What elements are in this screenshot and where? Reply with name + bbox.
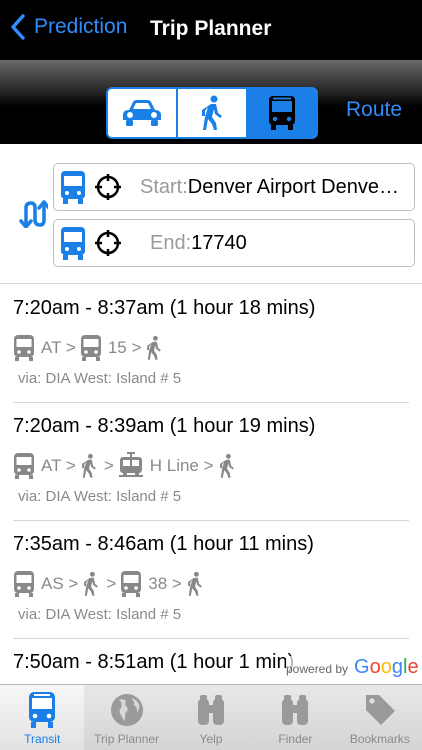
walk-icon [84,571,99,596]
car-icon [123,100,161,126]
trip-legs: AS > > 38 > [13,569,204,599]
bus-icon [14,453,34,479]
trip-legs: AT > 15 > [13,333,163,363]
back-button-label: Prediction [34,15,128,38]
back-button[interactable]: Prediction [10,14,127,40]
tab-label: Trip Planner [94,732,160,746]
route-button[interactable]: Route [346,98,402,122]
transport-mode-segmented-control [106,87,318,139]
tab-label: Bookmarks [349,732,410,746]
bus-icon [14,571,34,597]
nav-bar: Prediction Trip Planner [0,0,422,60]
bus-icon [269,96,295,130]
binoculars-icon [282,695,309,725]
bus-icon [29,692,56,728]
binoculars-icon [198,695,225,725]
tab-transit[interactable]: Transit [0,685,85,750]
walk-icon [81,453,96,478]
globe-icon [110,694,143,726]
leg-label: 38 > [148,574,182,593]
tag-icon [365,695,395,725]
list-item[interactable]: 7:35am - 8:46am (1 hour 11 mins) AS > > … [13,521,409,639]
leg-label: 15 > [107,338,142,357]
start-field[interactable]: Start: Denver Airport Denver Airport [53,163,415,211]
trip-via: via: DIA West: Island # 5 [18,606,182,623]
tab-trip-planner[interactable]: Trip Planner [84,685,168,750]
results-list: 7:20am - 8:37am (1 hour 18 mins) AT > 15… [0,285,422,685]
trip-input-panel: Start: Denver Airport Denver Airport End… [0,144,422,284]
trip-legs: AT > > H Line > [13,451,236,481]
leg-label: AT > [41,456,76,475]
page-title: Trip Planner [150,17,272,40]
swap-arrows-icon [19,200,51,229]
tab-finder[interactable]: Finder [253,685,337,750]
google-letter: o [369,656,381,678]
mode-car-button[interactable] [108,89,178,137]
end-label: End: [150,231,192,254]
google-letter: g [391,656,403,678]
tab-yelp[interactable]: Yelp [169,685,253,750]
trip-via: via: DIA West: Island # 5 [18,370,182,387]
google-letter: e [407,656,419,678]
leg-label: H Line > [149,456,214,475]
start-input[interactable]: Denver Airport Denver Airport [188,176,401,199]
mode-toolbar: Route [0,60,422,144]
end-field[interactable]: End: 17740 [53,219,415,267]
location-target-icon[interactable] [94,229,122,257]
mode-transit-button[interactable] [248,89,316,137]
leg-label: > [106,574,117,593]
bus-icon [61,227,85,260]
trip-time: 7:35am - 8:46am (1 hour 11 mins) [13,533,314,555]
leg-label: AT > [41,338,76,357]
list-item[interactable]: 7:20am - 8:37am (1 hour 18 mins) AT > 15… [13,285,409,403]
trip-time: 7:50am - 8:51am (1 hour 1 min) [13,651,295,673]
bus-icon [61,171,85,204]
bus-icon [80,335,101,361]
swap-button[interactable] [18,200,51,229]
walk-icon [147,335,162,360]
walk-icon [219,453,234,478]
trip-time: 7:20am - 8:37am (1 hour 18 mins) [13,297,316,319]
google-letter: G [354,656,370,678]
walk-icon [202,95,222,130]
location-target-icon[interactable] [94,173,122,201]
train-icon [118,452,143,477]
trip-via: via: DIA West: Island # 5 [18,488,182,505]
google-logo: Google [354,656,419,679]
leg-label: AS > [41,574,79,593]
tab-label: Finder [278,732,313,746]
google-attribution: powered by Google [286,656,419,679]
trip-planner-screen: Prediction Trip Planner Route Start: Den… [0,0,422,750]
walk-icon [187,571,202,596]
google-letter: o [380,656,392,678]
trip-time: 7:20am - 8:39am (1 hour 19 mins) [13,415,316,437]
tab-bookmarks[interactable]: Bookmarks [338,685,422,750]
mode-walk-button[interactable] [178,89,248,137]
leg-label: > [103,456,114,475]
list-item[interactable]: 7:20am - 8:39am (1 hour 19 mins) AT > > … [13,403,409,521]
bus-icon [14,335,34,361]
end-input[interactable]: 17740 [191,232,247,255]
tab-label: Yelp [199,732,223,746]
tab-bar: Transit Trip Planner Yelp Finder Bookmar… [0,684,422,750]
powered-by-text: powered by [286,662,349,676]
tab-label: Transit [24,732,61,746]
chevron-left-icon [11,14,25,40]
bus-icon [121,571,142,597]
start-label: Start: [140,175,188,198]
